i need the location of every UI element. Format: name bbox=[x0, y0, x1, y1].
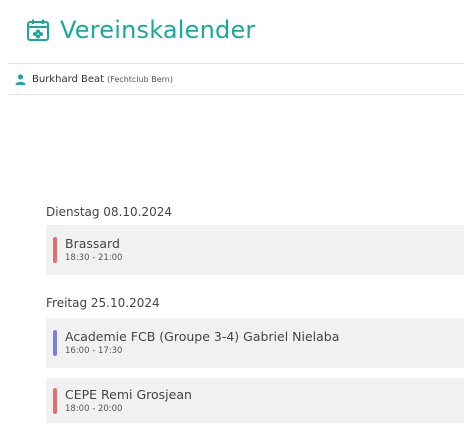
event-time: 18:30 - 21:00 bbox=[65, 253, 123, 263]
event-time: 16:00 - 17:30 bbox=[65, 346, 123, 356]
day-label: Freitag 25.10.2024 bbox=[46, 296, 160, 310]
day-label: Dienstag 08.10.2024 bbox=[46, 205, 173, 219]
user-name: Burkhard Beat bbox=[32, 73, 105, 85]
event-title: CEPE Remi Grosjean bbox=[65, 386, 192, 402]
person-icon bbox=[15, 73, 26, 85]
event-title: Academie FCB (Groupe 3-4) Gabriel Nielab… bbox=[65, 329, 340, 344]
calendar-icon bbox=[27, 19, 49, 41]
event-color-bar bbox=[53, 237, 57, 263]
user-bar: Burkhard Beat (Fechtclub Bern) bbox=[8, 63, 464, 95]
event-color-bar bbox=[53, 387, 57, 414]
event-time: 18:00 - 20:00 bbox=[65, 403, 123, 414]
event-item[interactable]: CEPE Remi Grosjean 18:00 - 20:00 bbox=[46, 378, 464, 423]
event-item[interactable]: Academie FCB (Groupe 3-4) Gabriel Nielab… bbox=[46, 318, 464, 368]
user-club: (Fechtclub Bern) bbox=[107, 74, 173, 84]
page-header: Vereinskalender bbox=[26, 10, 256, 50]
event-title: Brassard bbox=[65, 236, 120, 251]
page-title: Vereinskalender bbox=[60, 16, 256, 44]
event-item[interactable]: Brassard 18:30 - 21:00 bbox=[46, 225, 464, 275]
event-color-bar bbox=[53, 330, 57, 356]
